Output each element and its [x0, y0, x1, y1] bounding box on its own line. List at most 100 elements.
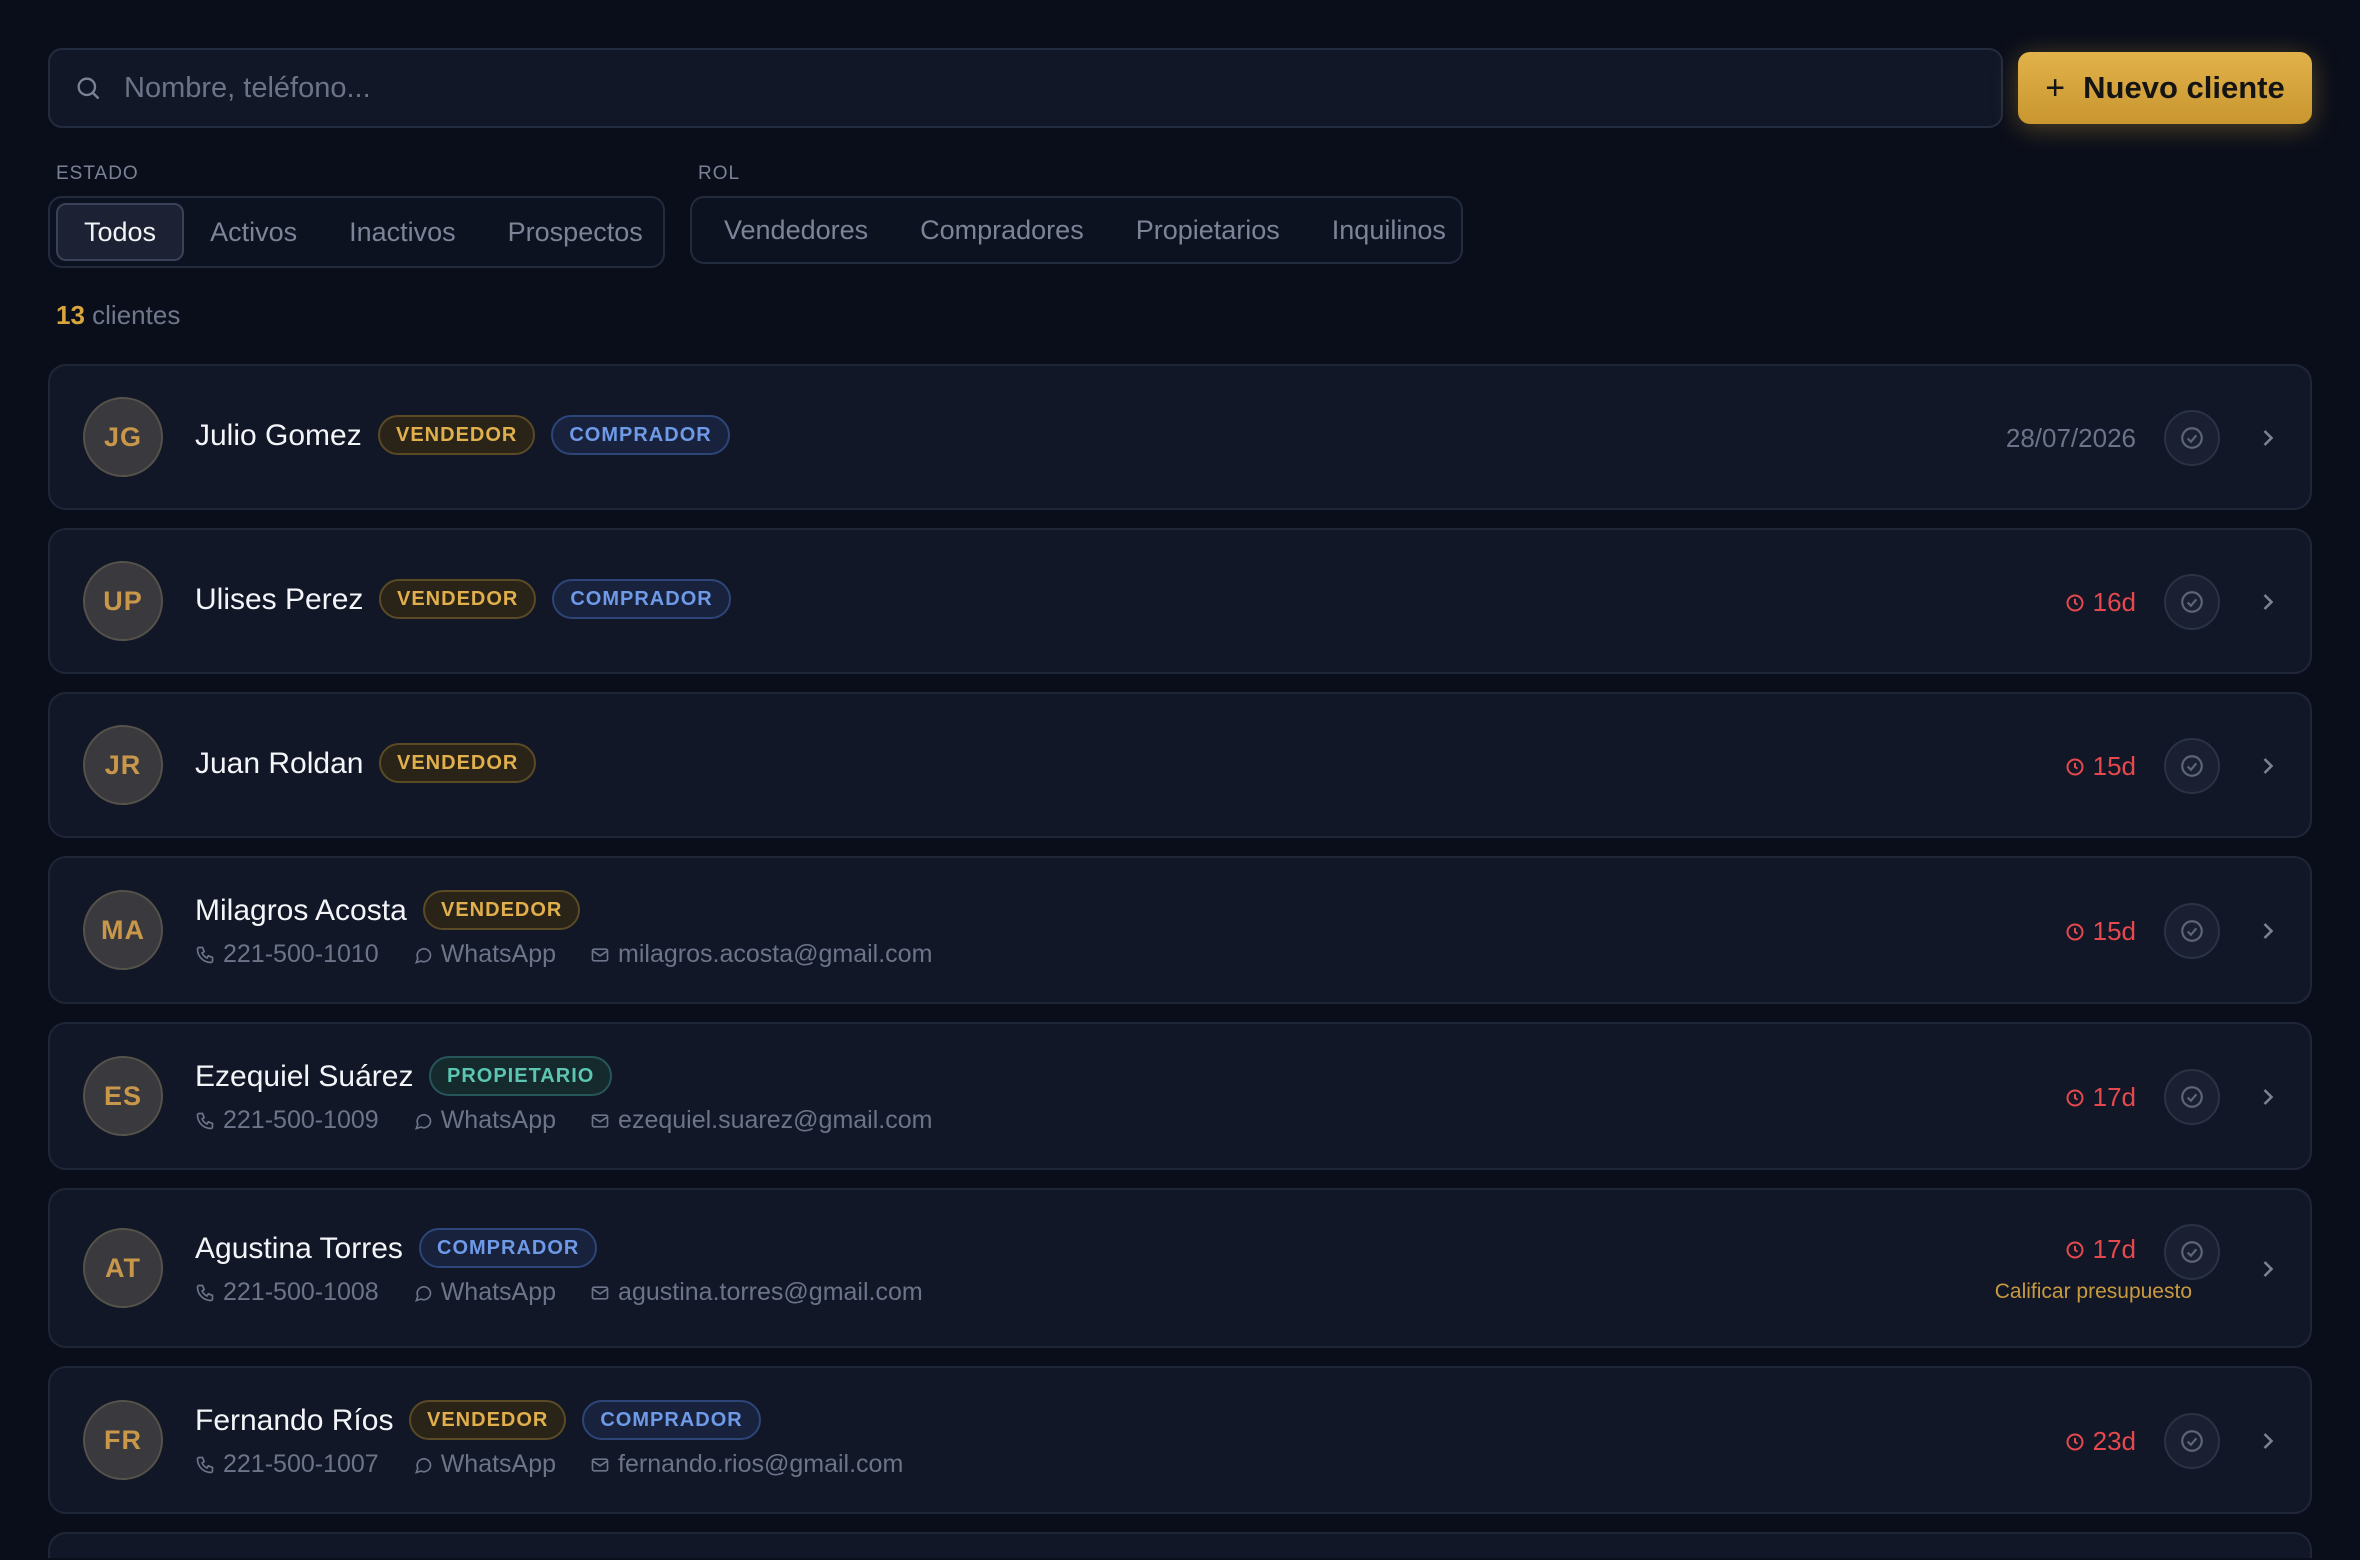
email-address: fernando.rios@gmail.com — [618, 1450, 904, 1478]
mail-icon — [591, 947, 609, 962]
new-client-button[interactable]: + Nuevo cliente — [2018, 52, 2312, 124]
rol-option-vendedores[interactable]: Vendedores — [698, 201, 894, 259]
overdue-indicator: 16d — [2065, 587, 2136, 618]
whatsapp-contact[interactable]: WhatsApp — [413, 1278, 556, 1307]
avatar-initials: UP — [103, 585, 143, 616]
estado-option-activos[interactable]: Activos — [184, 203, 323, 261]
chevron-right-icon — [2263, 758, 2274, 774]
role-badge-comprador: COMPRADOR — [582, 1400, 761, 1440]
avatar: FR — [83, 1400, 163, 1480]
email-contact[interactable]: agustina.torres@gmail.com — [590, 1278, 923, 1307]
client-row[interactable]: JG Julio Gomez VENDEDOR COMPRADOR 28/07/2026 — [48, 364, 2312, 510]
avatar-initials: JG — [103, 421, 143, 452]
email-contact[interactable]: milagros.acosta@gmail.com — [590, 940, 932, 969]
client-row[interactable]: FR Fernando Ríos VENDEDOR COMPRADOR 221-500… — [48, 1366, 2312, 1514]
clock-icon — [2066, 1241, 2084, 1258]
mark-done-button[interactable] — [2164, 1413, 2220, 1469]
estado-option-todos[interactable]: Todos — [56, 203, 185, 261]
search-input[interactable] — [124, 71, 1824, 105]
overdue-days: 17d — [2092, 1082, 2136, 1112]
avatar: ES — [83, 1056, 163, 1136]
whatsapp-label: WhatsApp — [440, 940, 557, 968]
mail-icon — [591, 1457, 609, 1472]
clock-icon — [2066, 594, 2084, 611]
whatsapp-label: WhatsApp — [440, 1450, 557, 1478]
email-address: agustina.torres@gmail.com — [618, 1278, 923, 1306]
role-badges: PROPIETARIO — [429, 1056, 613, 1096]
avatar: JR — [83, 725, 163, 805]
role-badges: VENDEDOR COMPRADOR — [409, 1400, 761, 1440]
estado-option-inactivos[interactable]: Inactivos — [323, 203, 482, 261]
phone-contact[interactable]: 221-500-1009 — [195, 1106, 379, 1135]
search-bar[interactable] — [48, 48, 2003, 128]
client-name[interactable]: Julio Gomez — [195, 419, 362, 453]
client-row[interactable]: ES Ezequiel Suárez PROPIETARIO 221-500-100… — [48, 1022, 2312, 1170]
open-client-chevron[interactable] — [2254, 588, 2282, 616]
new-client-label: Nuevo cliente — [2083, 70, 2285, 105]
role-badge-comprador: COMPRADOR — [419, 1228, 598, 1268]
open-client-chevron[interactable] — [2254, 1255, 2282, 1283]
client-count-suffix: clientes — [92, 300, 181, 330]
rol-option-inquilinos[interactable]: Inquilinos — [1306, 201, 1472, 259]
client-row[interactable]: JR Juan Roldan VENDEDOR 15d — [48, 692, 2312, 838]
contact-info: 221-500-1008 WhatsApp agustina.torres@gm… — [195, 1278, 957, 1307]
role-badge-comprador: COMPRADOR — [552, 579, 731, 619]
open-client-chevron[interactable] — [2254, 917, 2282, 945]
client-name[interactable]: Milagros Acosta — [195, 894, 407, 928]
phone-contact[interactable]: 221-500-1008 — [195, 1278, 379, 1307]
client-name[interactable]: Agustina Torres — [195, 1232, 403, 1266]
open-client-chevron[interactable] — [2254, 424, 2282, 452]
chevron-right-icon — [2263, 430, 2274, 446]
chevron-right-icon — [2263, 1089, 2274, 1105]
chevron-right-icon — [2263, 594, 2274, 610]
role-badges: VENDEDOR COMPRADOR — [379, 579, 731, 619]
client-name[interactable]: Ulises Perez — [195, 583, 363, 617]
client-row[interactable]: UP Ulises Perez VENDEDOR COMPRADOR 16d — [48, 528, 2312, 674]
whatsapp-label: WhatsApp — [440, 1106, 557, 1134]
rol-option-compradores[interactable]: Compradores — [894, 201, 1110, 259]
role-badges: VENDEDOR — [423, 890, 581, 930]
email-address: milagros.acosta@gmail.com — [618, 940, 933, 968]
mark-done-button[interactable] — [2164, 1069, 2220, 1125]
mark-done-button[interactable] — [2164, 903, 2220, 959]
client-name[interactable]: Juan Roldan — [195, 747, 363, 781]
phone-contact[interactable]: 221-500-1010 — [195, 940, 379, 969]
open-client-chevron[interactable] — [2254, 1427, 2282, 1455]
email-address: ezequiel.suarez@gmail.com — [618, 1106, 933, 1134]
whatsapp-contact[interactable]: WhatsApp — [413, 1106, 556, 1135]
whatsapp-contact[interactable]: WhatsApp — [413, 1450, 556, 1479]
avatar-initials: ES — [103, 1080, 143, 1111]
email-contact[interactable]: ezequiel.suarez@gmail.com — [590, 1106, 932, 1135]
check-circle-icon — [2181, 1086, 2203, 1108]
overdue-indicator: 23d — [2065, 1426, 2136, 1457]
client-row[interactable] — [48, 1532, 2312, 1558]
role-badge-comprador: COMPRADOR — [551, 415, 730, 455]
overdue-indicator: 15d — [2065, 751, 2136, 782]
mark-done-button[interactable] — [2164, 574, 2220, 630]
client-name[interactable]: Ezequiel Suárez — [195, 1060, 413, 1094]
mark-done-button[interactable] — [2164, 738, 2220, 794]
open-client-chevron[interactable] — [2254, 1083, 2282, 1111]
open-client-chevron[interactable] — [2254, 752, 2282, 780]
clock-icon — [2066, 1089, 2084, 1106]
client-row[interactable]: MA Milagros Acosta VENDEDOR 221-500-1010 W… — [48, 856, 2312, 1004]
whatsapp-contact[interactable]: WhatsApp — [413, 940, 556, 969]
phone-icon — [196, 1456, 214, 1473]
email-contact[interactable]: fernando.rios@gmail.com — [590, 1450, 903, 1479]
chevron-right-icon — [2263, 1261, 2274, 1277]
next-action-hint[interactable]: Calificar presupuesto — [1995, 1280, 2192, 1304]
estado-option-prospectos[interactable]: Prospectos — [482, 203, 669, 261]
phone-contact[interactable]: 221-500-1007 — [195, 1450, 379, 1479]
mark-done-button[interactable] — [2164, 1224, 2220, 1280]
clock-icon — [2066, 923, 2084, 940]
role-badges: COMPRADOR — [419, 1228, 598, 1268]
client-row[interactable]: AT Agustina Torres COMPRADOR 221-500-1008 … — [48, 1188, 2312, 1348]
rol-option-propietarios[interactable]: Propietarios — [1110, 201, 1306, 259]
phone-number: 221-500-1009 — [223, 1106, 379, 1134]
phone-number: 221-500-1008 — [223, 1278, 379, 1306]
client-name[interactable]: Fernando Ríos — [195, 1404, 393, 1438]
avatar: UP — [83, 561, 163, 641]
mark-done-button[interactable] — [2164, 410, 2220, 466]
role-badge-vendedor: VENDEDOR — [379, 743, 537, 783]
phone-number: 221-500-1007 — [223, 1450, 379, 1478]
